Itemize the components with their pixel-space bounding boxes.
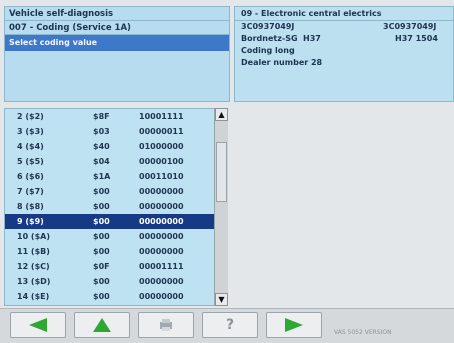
coding-hex-value: $00 <box>93 247 110 256</box>
coding-byte-index: 12 ($C) <box>17 262 50 271</box>
coding-hex-value: $00 <box>93 277 110 286</box>
coding-binary-value: 00000100 <box>139 157 184 166</box>
coding-row[interactable]: 13 ($D) $00 00000000 <box>5 274 227 289</box>
coding-binary-value: 00000000 <box>139 292 184 301</box>
coding-binary-value: 00011010 <box>139 172 184 181</box>
part-number-row: 3C0937049J 3C0937049J <box>235 21 453 33</box>
coding-row[interactable]: 14 ($E) $00 00000000 <box>5 289 227 304</box>
dealer-number: Dealer number 28 <box>241 58 323 67</box>
function-title: 007 - Coding (Service 1A) <box>5 21 229 35</box>
coding-binary-value: 00001111 <box>139 262 184 271</box>
coding-byte-index: 2 ($2) <box>17 112 44 121</box>
coding-hex-value: $00 <box>93 292 110 301</box>
coding-binary-value: 00000000 <box>139 247 184 256</box>
scroll-thumb[interactable] <box>216 142 227 202</box>
coding-byte-index: 3 ($3) <box>17 127 44 136</box>
coding-binary-value: 10001111 <box>139 112 184 121</box>
help-button[interactable]: ? <box>202 312 258 338</box>
coding-byte-index: 8 ($8) <box>17 202 44 211</box>
select-prompt: Select coding value <box>5 35 229 51</box>
part-number: 3C0937049J <box>241 22 295 31</box>
component-code: H37 <box>303 34 321 43</box>
coding-row[interactable]: 9 ($9) $00 00000000 <box>5 214 227 229</box>
coding-byte-index: 13 ($D) <box>17 277 51 286</box>
coding-byte-index: 10 ($A) <box>17 232 50 241</box>
coding-hex-value: $00 <box>93 187 110 196</box>
coding-row[interactable]: 3 ($3) $03 00000011 <box>5 124 227 139</box>
scroll-down-icon[interactable]: ▼ <box>215 293 228 306</box>
component-row: Bordnetz-SG H37 H37 1504 <box>235 33 453 45</box>
coding-hex-value: $8F <box>93 112 110 121</box>
right-content-area <box>234 108 454 306</box>
part-number-alt: 3C0937049J <box>383 22 437 31</box>
coding-row[interactable]: 7 ($7) $00 00000000 <box>5 184 227 199</box>
coding-byte-index: 4 ($4) <box>17 142 44 151</box>
coding-binary-value: 00000000 <box>139 217 184 226</box>
coding-hex-value: $00 <box>93 232 110 241</box>
coding-byte-index: 7 ($7) <box>17 187 44 196</box>
arrow-up-icon <box>93 318 111 332</box>
diagnosis-screen: Vehicle self-diagnosis 007 - Coding (Ser… <box>0 0 454 343</box>
coding-hex-value: $00 <box>93 217 110 226</box>
coding-byte-index: 5 ($5) <box>17 157 44 166</box>
control-module-info: 09 - Electronic central electrics 3C0937… <box>234 6 454 102</box>
coding-binary-value: 01000000 <box>139 142 184 151</box>
coding-hex-value: $40 <box>93 142 110 151</box>
coding-binary-value: 00000000 <box>139 202 184 211</box>
coding-row[interactable]: 12 ($C) $0F 00001111 <box>5 259 227 274</box>
coding-value-list[interactable]: 2 ($2) $8F 10001111 3 ($3) $03 00000011 4 ($4)… <box>4 108 228 306</box>
coding-binary-value: 00000011 <box>139 127 184 136</box>
coding-hex-value: $1A <box>93 172 111 181</box>
coding-row[interactable]: 11 ($B) $00 00000000 <box>5 244 227 259</box>
coding-binary-value: 00000000 <box>139 277 184 286</box>
arrow-right-icon <box>285 318 303 332</box>
status-text: VAS 5052 VERSION <box>334 329 392 336</box>
coding-binary-value: 00000000 <box>139 187 184 196</box>
screen-title: Vehicle self-diagnosis <box>5 7 229 21</box>
coding-byte-index: 14 ($E) <box>17 292 50 301</box>
coding-type: Coding long <box>241 46 295 55</box>
arrow-left-icon <box>29 318 47 332</box>
scroll-up-icon[interactable]: ▲ <box>215 108 228 121</box>
coding-hex-value: $00 <box>93 202 110 211</box>
print-button[interactable] <box>138 312 194 338</box>
up-button[interactable] <box>74 312 130 338</box>
coding-byte-index: 9 ($9) <box>17 217 44 226</box>
module-name: 09 - Electronic central electrics <box>235 7 453 21</box>
bottom-toolbar: ? <box>0 308 454 343</box>
coding-row[interactable]: 5 ($5) $04 00000100 <box>5 154 227 169</box>
coding-byte-index: 11 ($B) <box>17 247 50 256</box>
coding-row[interactable]: 6 ($6) $1A 00011010 <box>5 169 227 184</box>
function-header: Vehicle self-diagnosis 007 - Coding (Ser… <box>4 6 230 102</box>
coding-binary-value: 00000000 <box>139 232 184 241</box>
coding-hex-value: $04 <box>93 157 110 166</box>
coding-row[interactable]: 4 ($4) $40 01000000 <box>5 139 227 154</box>
list-scrollbar[interactable]: ▲ ▼ <box>214 108 228 306</box>
component-code-alt: H37 1504 <box>395 34 438 43</box>
help-icon: ? <box>225 317 235 333</box>
coding-row[interactable]: 2 ($2) $8F 10001111 <box>5 109 227 124</box>
back-button[interactable] <box>10 312 66 338</box>
next-button[interactable] <box>266 312 322 338</box>
coding-row[interactable]: 8 ($8) $00 00000000 <box>5 199 227 214</box>
print-icon <box>160 319 172 331</box>
coding-hex-value: $03 <box>93 127 110 136</box>
coding-byte-index: 6 ($6) <box>17 172 44 181</box>
coding-row[interactable]: 10 ($A) $00 00000000 <box>5 229 227 244</box>
component-name: Bordnetz-SG <box>241 34 298 43</box>
coding-hex-value: $0F <box>93 262 110 271</box>
